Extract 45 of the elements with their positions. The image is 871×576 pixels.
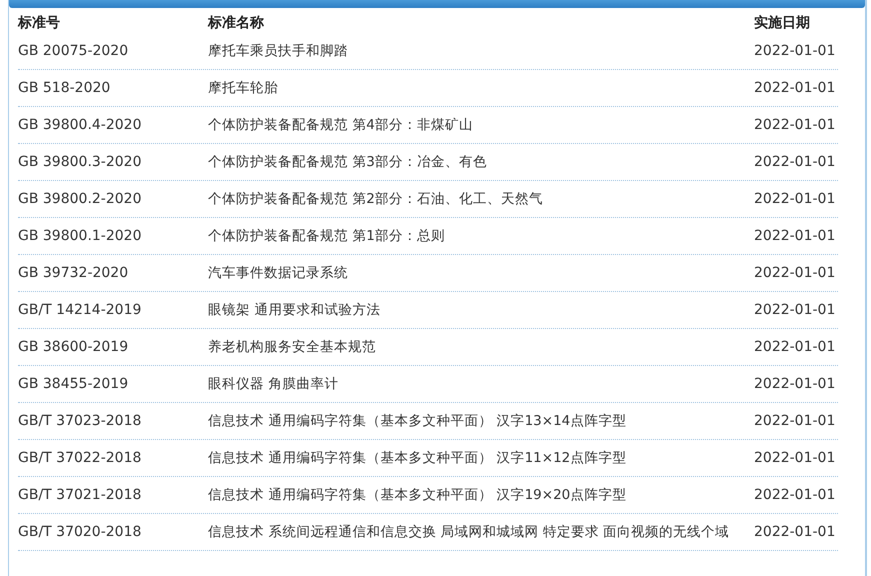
table-cell-text: 信息技术 系统间远程通信和信息交换 局域网和城域网 特定要求 面向视频的无线个域	[208, 523, 730, 542]
column-header: 实施日期	[754, 14, 811, 32]
table-cell-text: 汽车事件数据记录系统	[208, 264, 349, 283]
table-cell-text: 个体防护装备配备规范 第1部分：总则	[208, 227, 446, 246]
table-cell-text: GB/T 14214-2019	[18, 301, 142, 320]
table-cell-text: GB 38600-2019	[18, 338, 130, 357]
table-cell-text: 2022-01-01	[754, 190, 836, 209]
table-cell-text: 信息技术 通用编码字符集（基本多文种平面） 汉字19×20点阵字型	[208, 486, 628, 505]
table-cell-text: 2022-01-01	[754, 412, 836, 431]
table-cell-text: GB 39800.2-2020	[18, 190, 142, 209]
table-cell-text: 2022-01-01	[754, 264, 836, 283]
table-cell-text: GB 39800.1-2020	[18, 227, 142, 246]
table-cell-text: 信息技术 通用编码字符集（基本多文种平面） 汉字13×14点阵字型	[208, 412, 628, 431]
table-cell-text: GB 38455-2019	[18, 375, 130, 394]
table-cell-text: 2022-01-01	[754, 375, 836, 394]
table-cell-text: 摩托车乘员扶手和脚踏	[208, 42, 349, 61]
table-cell-text: 个体防护装备配备规范 第2部分：石油、化工、天然气	[208, 190, 544, 209]
table-cell-text: 2022-01-01	[754, 449, 836, 468]
table-cell-text: 2022-01-01	[754, 523, 836, 542]
table-cell-text: GB 39800.3-2020	[18, 153, 142, 172]
column-header: 标准号	[18, 14, 61, 32]
table-cell-text: 2022-01-01	[754, 227, 836, 246]
table-cell-text: 个体防护装备配备规范 第4部分：非煤矿山	[208, 116, 474, 135]
table-cell-text: GB/T 37020-2018	[18, 523, 142, 542]
table-cell-text: 信息技术 通用编码字符集（基本多文种平面） 汉字11×12点阵字型	[208, 449, 628, 468]
table-cell-text: 2022-01-01	[754, 486, 836, 505]
table-cell-text: GB 518-2020	[18, 79, 112, 98]
table-cell-text: 2022-01-01	[754, 153, 836, 172]
table-cell-text: 眼科仪器 角膜曲率计	[208, 375, 340, 394]
table-cell-text: 个体防护装备配备规范 第3部分：冶金、有色	[208, 153, 488, 172]
table-cell-text: 摩托车轮胎	[208, 79, 279, 98]
table-cell-text: 2022-01-01	[754, 42, 836, 61]
table-cell-text: 养老机构服务安全基本规范	[208, 338, 377, 357]
table-cell-text: GB/T 37021-2018	[18, 486, 142, 505]
table-cell-text: 2022-01-01	[754, 338, 836, 357]
table-cell-text: 2022-01-01	[754, 116, 836, 135]
table-cell-text: GB 39732-2020	[18, 264, 130, 283]
table-cell-text: GB/T 37023-2018	[18, 412, 142, 431]
column-header: 标准名称	[208, 14, 265, 32]
table-cell-text: GB/T 37022-2018	[18, 449, 142, 468]
table-cell-text: 眼镜架 通用要求和试验方法	[208, 301, 382, 320]
table-cell-text: GB 20075-2020	[18, 42, 130, 61]
table-cell-text: GB 39800.4-2020	[18, 116, 142, 135]
table-cell-text: 2022-01-01	[754, 79, 836, 98]
table-cell-text: 2022-01-01	[754, 301, 836, 320]
